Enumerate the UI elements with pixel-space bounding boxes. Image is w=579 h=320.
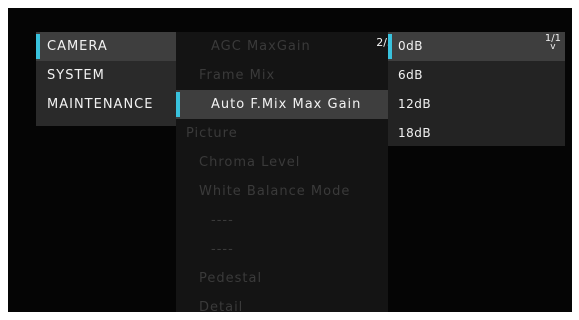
option-item-label: 12dB [398,97,432,111]
sub-menu-item-label: Picture [186,126,238,141]
option-item-0db[interactable]: 0dB [388,32,565,61]
sub-menu-item-white-balance-mode[interactable]: White Balance Mode [176,177,388,206]
main-menu: CAMERA SYSTEM MAINTENANCE [36,32,176,126]
sub-menu-item-pedestal[interactable]: Pedestal [176,264,388,293]
sub-menu-item-placeholder: ---- [176,235,388,264]
sub-menu-item-label: AGC MaxGain [211,39,311,54]
option-item-label: 18dB [398,126,432,140]
option-item-label: 6dB [398,68,423,82]
scroll-down-icon: v [550,42,556,52]
main-menu-item-label: SYSTEM [47,68,105,83]
main-menu-item-camera[interactable]: CAMERA [36,32,176,61]
sub-menu-item-frame-mix[interactable]: Frame Mix [176,61,388,90]
sub-menu-item-label: ---- [211,242,234,257]
main-menu-item-system[interactable]: SYSTEM [36,61,176,90]
main-menu-item-maintenance[interactable]: MAINTENANCE [36,90,176,119]
option-item-18db[interactable]: 18dB [388,119,565,148]
sub-menu-item-label: Auto F.Mix Max Gain [211,97,362,112]
options-menu-page-indicator: 1/1 v [545,34,561,52]
sub-menu-item-label: Chroma Level [199,155,301,170]
options-menu: 0dB 6dB 12dB 18dB 1/1 v [388,32,565,146]
sub-menu-item-detail[interactable]: Detail [176,293,388,312]
main-menu-item-label: MAINTENANCE [47,97,154,112]
option-item-label: 0dB [398,39,423,53]
osd-screen: CAMERA SYSTEM MAINTENANCE AGC MaxGain Fr… [8,8,572,312]
sub-menu-item-label: White Balance Mode [199,184,351,199]
sub-menu-item-agc-maxgain[interactable]: AGC MaxGain [176,32,388,61]
selection-marker [388,34,392,59]
sub-menu-item-chroma-level[interactable]: Chroma Level [176,148,388,177]
sub-menu-item-label: ---- [211,213,234,228]
sub-menu-item-placeholder: ---- [176,206,388,235]
sub-menu-item-label: Frame Mix [199,68,276,83]
main-menu-item-label: CAMERA [47,39,108,54]
sub-menu-category-picture: Picture [176,119,388,148]
option-item-12db[interactable]: 12dB [388,90,565,119]
selection-marker [176,92,180,117]
sub-menu-item-label: Pedestal [199,271,263,286]
sub-menu: AGC MaxGain Frame Mix Auto F.Mix Max Gai… [176,32,394,312]
sub-menu-item-label: Detail [199,300,244,312]
selection-marker [36,34,40,59]
sub-menu-item-auto-fmix-max-gain[interactable]: Auto F.Mix Max Gain [176,90,388,119]
option-item-6db[interactable]: 6dB [388,61,565,90]
